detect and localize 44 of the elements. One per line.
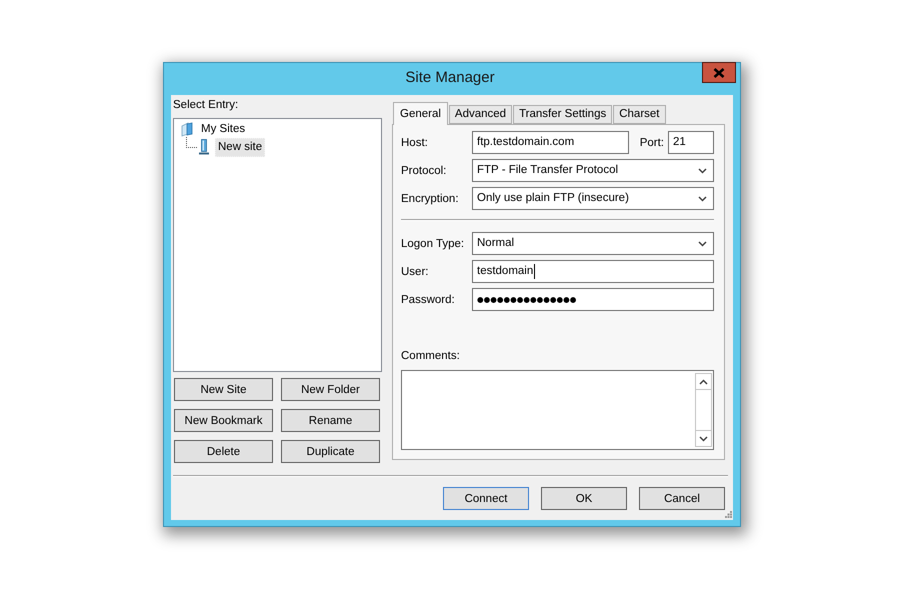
resize-grip-icon xyxy=(725,511,732,518)
tab[interactable]: Charset xyxy=(613,105,666,124)
tree-line xyxy=(186,137,197,148)
field-label: Host: xyxy=(401,136,429,148)
tab[interactable]: General xyxy=(393,102,448,125)
chevron-down-icon xyxy=(698,168,707,174)
field-label: Port: xyxy=(640,136,664,148)
field-label: Comments: xyxy=(401,349,460,364)
connect-button[interactable]: Connect xyxy=(443,487,529,510)
dropdown[interactable]: FTP - File Transfer Protocol xyxy=(472,159,714,182)
field-label: Encryption: xyxy=(401,192,460,204)
chevron-down-icon xyxy=(698,196,707,202)
field-label: Protocol: xyxy=(401,164,448,176)
tree-item[interactable]: My Sites xyxy=(198,120,248,138)
server-icon xyxy=(198,139,210,155)
window-title: Site Manager xyxy=(405,69,495,87)
tree-item[interactable]: New site xyxy=(215,138,266,156)
ok-button[interactable]: OK xyxy=(541,487,627,510)
delete-button[interactable]: Delete xyxy=(174,440,273,463)
text-field[interactable]: testdomain xyxy=(472,260,714,283)
field-label: Logon Type: xyxy=(401,238,466,250)
tab[interactable]: Advanced xyxy=(448,105,512,124)
duplicate-button[interactable]: Duplicate xyxy=(281,440,380,463)
select-entry-label: Select Entry: xyxy=(173,98,238,113)
field-label: User: xyxy=(401,266,430,278)
tab[interactable]: Transfer Settings xyxy=(513,105,612,124)
text-field[interactable]: ftp.testdomain.com xyxy=(472,131,629,154)
folder-icon xyxy=(181,122,193,136)
field-label: Password: xyxy=(401,294,456,306)
cancel-button[interactable]: Cancel xyxy=(639,487,725,510)
text-field[interactable]: 21 xyxy=(668,131,714,154)
chevron-up-icon xyxy=(699,378,708,384)
scrollbar[interactable] xyxy=(695,373,712,447)
chevron-down-icon xyxy=(699,436,708,442)
dropdown[interactable]: Only use plain FTP (insecure) xyxy=(472,187,714,210)
dropdown[interactable]: Normal xyxy=(472,232,714,255)
close-icon xyxy=(713,68,725,78)
new-bookmark-button[interactable]: New Bookmark xyxy=(174,409,273,432)
new-site-button[interactable]: New Site xyxy=(174,378,273,401)
rename-button[interactable]: Rename xyxy=(281,409,380,432)
comments-field[interactable] xyxy=(401,370,714,450)
chevron-down-icon xyxy=(698,240,707,246)
new-folder-button[interactable]: New Folder xyxy=(281,378,380,401)
close-button[interactable] xyxy=(702,62,736,83)
